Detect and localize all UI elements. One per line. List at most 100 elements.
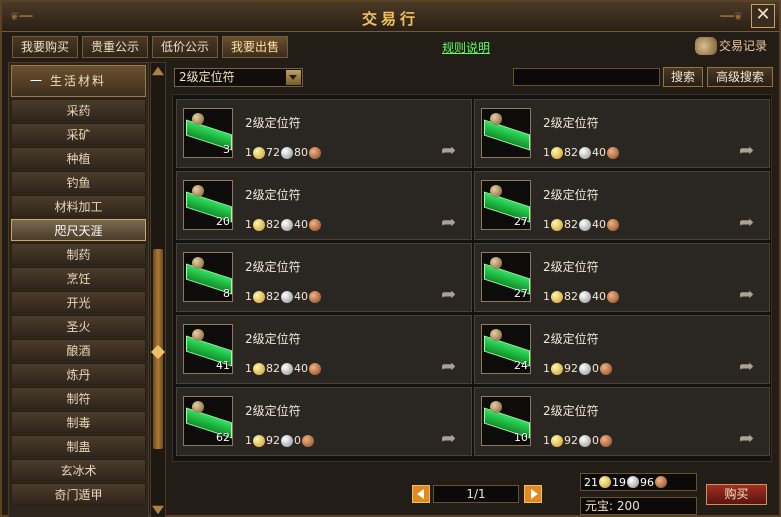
listing-card[interactable]: 10 2级定位符 1 92 0 ➦ <box>474 387 770 456</box>
price-copper: 80 <box>294 146 308 159</box>
gold-coin-icon <box>253 434 265 447</box>
next-page-icon[interactable] <box>524 485 542 503</box>
tab-low-price[interactable]: 低价公示 <box>152 36 219 58</box>
listing-card[interactable]: 62 2级定位符 1 92 0 ➦ <box>176 387 472 456</box>
dropdown-arrow-icon[interactable] <box>286 70 301 85</box>
orb-icon <box>192 185 204 197</box>
advanced-search-button[interactable]: 高级搜索 <box>707 67 773 87</box>
sidebar-scrollbar[interactable] <box>150 62 166 517</box>
wallet-balance: 21 19 96 <box>580 473 697 491</box>
prev-page-icon[interactable] <box>412 485 430 503</box>
share-arrow-icon[interactable]: ➦ <box>441 286 461 304</box>
dropdown-value: 2级定位符 <box>179 70 235 84</box>
share-arrow-icon[interactable]: ➦ <box>441 142 461 160</box>
item-price: 1 82 40 <box>543 146 620 159</box>
silver-coin-icon <box>281 218 293 231</box>
price-silver: 82 <box>564 146 578 159</box>
sidebar-item-teleport[interactable]: 咫尺天涯 <box>11 219 146 241</box>
item-price: 1 82 40 <box>543 290 620 303</box>
sidebar-item-planting[interactable]: 种植 <box>11 147 146 169</box>
gold-coin-icon <box>551 290 563 303</box>
share-arrow-icon[interactable]: ➦ <box>441 214 461 232</box>
talisman-icon <box>484 119 530 151</box>
search-button[interactable]: 搜索 <box>663 67 703 87</box>
price-silver: 82 <box>564 218 578 231</box>
tab-sell[interactable]: 我要出售 <box>222 36 289 58</box>
item-filter-dropdown[interactable]: 2级定位符 <box>174 68 303 87</box>
price-copper: 40 <box>294 362 308 375</box>
share-arrow-icon[interactable]: ➦ <box>739 286 759 304</box>
price-gold: 1 <box>543 434 550 447</box>
listing-card[interactable]: 27 2级定位符 1 82 40 ➦ <box>474 243 770 312</box>
search-input[interactable] <box>513 68 660 86</box>
close-icon[interactable]: ✕ <box>751 4 775 28</box>
sidebar-item-mining[interactable]: 采矿 <box>11 123 146 145</box>
listing-card[interactable]: 3 2级定位符 1 72 80 ➦ <box>176 99 472 168</box>
share-arrow-icon[interactable]: ➦ <box>739 214 759 232</box>
orb-icon <box>490 257 502 269</box>
share-arrow-icon[interactable]: ➦ <box>441 358 461 376</box>
listing-card[interactable]: 27 2级定位符 1 82 40 ➦ <box>474 171 770 240</box>
item-price: 1 92 0 <box>245 434 315 447</box>
item-name: 2级定位符 <box>245 260 301 274</box>
sidebar-item-processing[interactable]: 材料加工 <box>11 195 146 217</box>
listing-card[interactable]: 8 2级定位符 1 82 40 ➦ <box>176 243 472 312</box>
tab-valuable[interactable]: 贵重公示 <box>82 36 149 58</box>
item-quantity: 3 <box>223 143 230 156</box>
listing-card[interactable]: 24 2级定位符 1 92 0 ➦ <box>474 315 770 384</box>
category-header[interactable]: 一生活材料 <box>11 65 146 97</box>
scroll-up-icon[interactable] <box>152 66 164 76</box>
subcategory-list: 采药 采矿 种植 钓鱼 材料加工 咫尺天涯 制药 烹饪 开光 圣火 酿酒 炼丹 … <box>11 99 146 507</box>
sidebar-item-talisman[interactable]: 制符 <box>11 387 146 409</box>
share-arrow-icon[interactable]: ➦ <box>739 430 759 448</box>
item-thumbnail: 10 <box>481 396 531 446</box>
sidebar-item-cooking[interactable]: 烹饪 <box>11 267 146 289</box>
sidebar-item-herbalism[interactable]: 采药 <box>11 99 146 121</box>
share-arrow-icon[interactable]: ➦ <box>739 358 759 376</box>
share-arrow-icon[interactable]: ➦ <box>441 430 461 448</box>
price-gold: 1 <box>543 146 550 159</box>
listing-card[interactable]: 2级定位符 1 82 40 ➦ <box>474 99 770 168</box>
sidebar-item-fishing[interactable]: 钓鱼 <box>11 171 146 193</box>
gold-coin-icon <box>253 362 265 375</box>
item-name: 2级定位符 <box>245 188 301 202</box>
item-name: 2级定位符 <box>245 116 301 130</box>
item-thumbnail: 27 <box>481 252 531 302</box>
orb-icon <box>192 401 204 413</box>
sidebar-item-qimen[interactable]: 奇门遁甲 <box>11 483 146 505</box>
copper-coin-icon <box>309 362 321 375</box>
item-quantity: 27 <box>514 215 528 228</box>
price-silver: 72 <box>266 146 280 159</box>
trade-history-button[interactable]: 交易记录 <box>694 36 767 58</box>
sidebar-item-pharmacy[interactable]: 制药 <box>11 243 146 265</box>
listing-card[interactable]: 41 2级定位符 1 82 40 ➦ <box>176 315 472 384</box>
item-name: 2级定位符 <box>245 332 301 346</box>
copper-coin-icon <box>607 218 619 231</box>
silver-coin-icon <box>281 146 293 159</box>
gold-coin-icon <box>253 218 265 231</box>
silver-coin-icon <box>281 290 293 303</box>
listing-card[interactable]: 20 2级定位符 1 82 40 ➦ <box>176 171 472 240</box>
item-price: 1 82 40 <box>245 362 322 375</box>
sidebar-item-brewing[interactable]: 酿酒 <box>11 339 146 361</box>
share-arrow-icon[interactable]: ➦ <box>739 142 759 160</box>
buy-button[interactable]: 购买 <box>706 484 767 505</box>
sidebar-item-poison[interactable]: 制毒 <box>11 411 146 433</box>
price-gold: 1 <box>245 362 252 375</box>
scroll-down-icon[interactable] <box>152 505 164 515</box>
sidebar-item-holy-fire[interactable]: 圣火 <box>11 315 146 337</box>
sidebar-item-gu[interactable]: 制蛊 <box>11 435 146 457</box>
sidebar-item-alchemy[interactable]: 炼丹 <box>11 363 146 385</box>
sidebar-item-consecrate[interactable]: 开光 <box>11 291 146 313</box>
item-thumbnail: 3 <box>183 108 233 158</box>
item-quantity: 41 <box>216 359 230 372</box>
silver-coin-icon <box>579 290 591 303</box>
price-silver: 82 <box>564 290 578 303</box>
copper-coin-icon <box>607 290 619 303</box>
rules-link[interactable]: 规则说明 <box>442 39 490 56</box>
sidebar-item-ice[interactable]: 玄冰术 <box>11 459 146 481</box>
tab-buy[interactable]: 我要购买 <box>12 36 79 58</box>
item-quantity: 24 <box>514 359 528 372</box>
price-silver: 92 <box>564 434 578 447</box>
gold-coin-icon <box>551 434 563 447</box>
